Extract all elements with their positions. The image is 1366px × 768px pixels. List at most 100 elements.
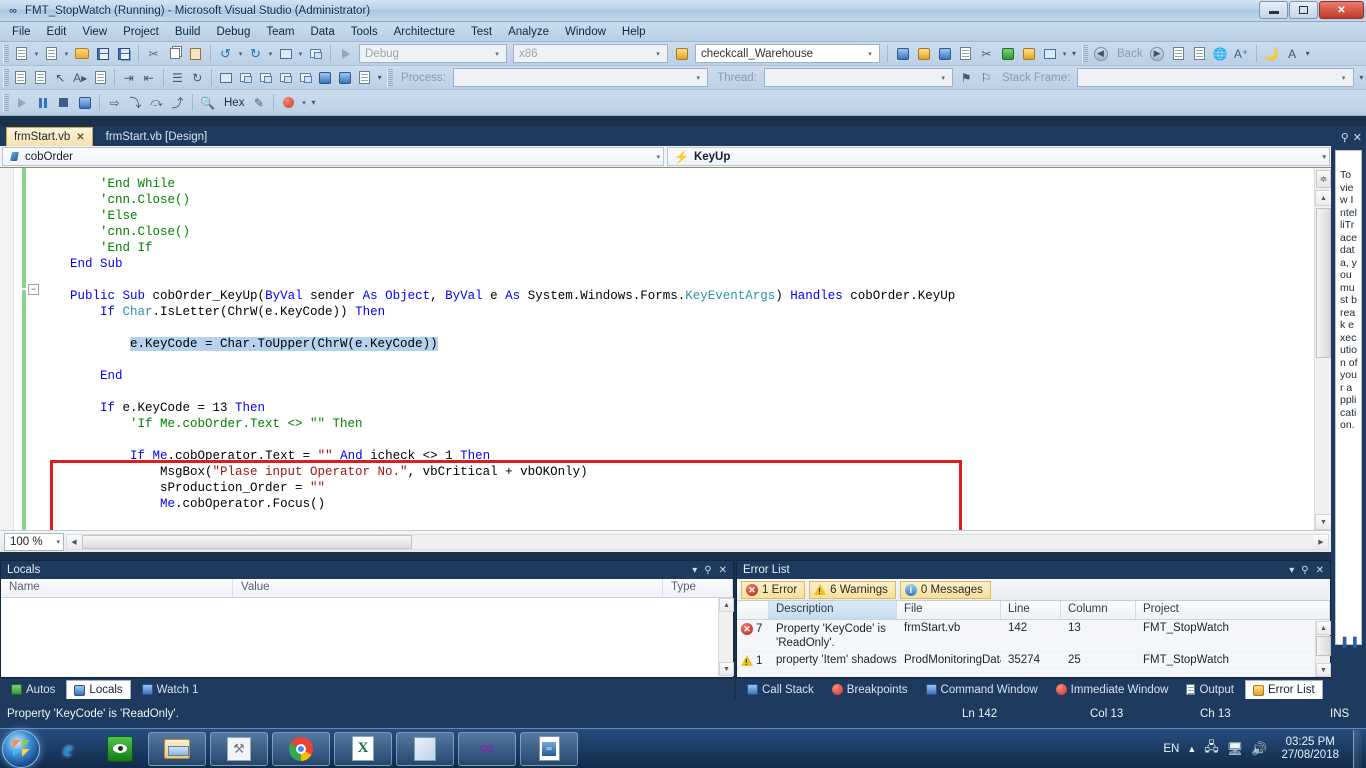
disassembly-icon[interactable]: ✎ [248,93,269,113]
find-in-files-icon[interactable] [892,44,913,64]
hex-display-label[interactable]: Hex [224,97,244,109]
tab-autos[interactable]: Autos [4,680,62,699]
save-icon[interactable] [92,44,113,64]
scrollbar-thumb[interactable] [82,534,412,549]
scroll-up-icon[interactable]: ▲ [719,598,734,612]
taskbar-google-chrome[interactable] [272,731,330,766]
restart-icon[interactable] [74,93,95,113]
step-into-icon[interactable]: ⤵ [125,93,146,113]
error-list-column-line[interactable]: Line [1001,601,1061,619]
toolbar-overflow-icon[interactable]: ▾ [308,93,318,113]
close-icon[interactable]: ✕ [76,132,84,143]
menu-analyze[interactable]: Analyze [500,24,557,40]
redo-dropdown-icon[interactable]: ▾ [266,44,275,64]
chevron-down-icon[interactable]: ▾ [56,534,60,550]
error-list-column-description[interactable]: Description [769,601,897,619]
toggle-outlining-icon[interactable]: ☰ [168,68,188,88]
editor-horizontal-scrollbar[interactable]: ◀ ▶ [66,533,1329,550]
scroll-down-icon[interactable]: ▼ [719,662,734,676]
other-windows-icon[interactable] [1039,44,1060,64]
locals-column-name[interactable]: Name [1,579,233,597]
comment-selection-icon[interactable] [11,68,31,88]
copy-icon[interactable] [164,44,185,64]
taskbar-internet-explorer[interactable]: e [44,732,92,766]
paste-icon[interactable] [185,44,206,64]
new-item-dropdown-icon[interactable]: ▾ [62,44,71,64]
locals-column-value[interactable]: Value [233,579,663,597]
display-icon[interactable]: 🖥 [1227,741,1244,757]
uncomment-selection-icon[interactable] [31,68,51,88]
error-list-icon[interactable] [997,44,1018,64]
pin-icon[interactable]: ⚲ [1301,565,1308,576]
show-next-statement-icon[interactable]: ⇨ [104,93,125,113]
menu-file[interactable]: File [4,24,39,40]
chevron-down-icon[interactable]: ▾ [1337,69,1351,86]
save-all-icon[interactable] [113,44,134,64]
menu-help[interactable]: Help [614,24,654,40]
filter-errors-button[interactable]: ✕ 1 Error [741,580,806,599]
scroll-down-icon[interactable]: ▼ [1315,514,1331,530]
navigate-backward-icon[interactable] [275,44,296,64]
scrollbar-thumb[interactable] [1316,636,1331,656]
refresh-icon[interactable] [1189,44,1210,64]
team-explorer-icon[interactable] [1018,44,1039,64]
menu-tools[interactable]: Tools [343,24,386,40]
undo-dropdown-icon[interactable]: ▾ [236,44,245,64]
tab-command-window[interactable]: Command Window [919,680,1045,699]
clock[interactable]: 03:25 PM 27/08/2018 [1275,736,1345,762]
close-icon[interactable]: ✕ [1353,131,1362,144]
nav-back-label[interactable]: Back [1117,48,1143,60]
toolbar-grip[interactable] [387,68,394,87]
new-project-icon[interactable] [11,44,32,64]
member-name-combo[interactable]: ⚡ KeyUp ▾ [667,147,1330,166]
taskbar-microsoft-excel[interactable]: X [334,731,392,766]
pin-icon[interactable]: ⚲ [1341,131,1349,144]
close-icon[interactable]: ✕ [719,565,727,576]
error-list-column-column[interactable]: Column [1061,601,1136,619]
volume-icon[interactable]: 🔊 [1251,741,1267,757]
sync-views-icon[interactable] [1168,44,1189,64]
chevron-down-icon[interactable]: ▾ [691,69,705,86]
undo-icon[interactable]: ↺ [215,44,236,64]
tab-call-stack[interactable]: Call Stack [740,680,821,699]
break-all-icon[interactable] [32,93,53,113]
code-editor[interactable]: − 'End While 'cnn.Close() 'Else 'cnn.Clo… [0,168,1331,530]
previous-bookmark-folder-icon[interactable] [276,68,296,88]
taskbar-visual-studio[interactable]: ∞ [458,731,516,766]
continue-icon[interactable] [11,93,32,113]
stack-frame-combo[interactable]: ▾ [1077,68,1354,87]
menu-debug[interactable]: Debug [208,24,258,40]
thread-combo[interactable]: ▾ [763,68,954,87]
menu-window[interactable]: Window [557,24,614,40]
startup-project-icon[interactable] [671,44,692,64]
start-debug-icon[interactable] [335,44,356,64]
toolbar-overflow-icon[interactable]: ▾ [375,68,384,88]
maximize-button[interactable] [1289,1,1318,19]
close-button[interactable]: ✕ [1319,1,1364,19]
close-icon[interactable]: ✕ [1316,565,1324,576]
menu-team[interactable]: Team [258,24,302,40]
redo-icon[interactable]: ↻ [245,44,266,64]
previous-bookmark-icon[interactable] [236,68,256,88]
new-project-dropdown-icon[interactable]: ▾ [32,44,41,64]
filter-messages-button[interactable]: i 0 Messages [899,580,991,599]
chevron-down-icon[interactable]: ▾ [936,69,950,86]
startup-project-combo[interactable]: checkcall_Warehouse ▾ [695,44,880,63]
globe-icon[interactable]: 🌐 [1210,44,1231,64]
show-hidden-icons-icon[interactable]: ▲ [1187,744,1196,754]
solution-explorer-icon[interactable] [913,44,934,64]
error-list-vertical-scrollbar[interactable]: ▲ ▼ [1315,621,1331,677]
toolbar-grip[interactable] [1082,44,1088,63]
locals-column-type[interactable]: Type [663,579,733,597]
solution-configuration-combo[interactable]: Debug ▾ [359,44,507,63]
open-file-icon[interactable] [71,44,92,64]
properties-window-icon[interactable] [934,44,955,64]
decrease-indent-icon[interactable]: ⇤ [139,68,159,88]
error-list-column-project[interactable]: Project [1136,601,1330,619]
flag-all-threads-icon[interactable]: ⚐ [976,68,996,88]
tab-output[interactable]: Output [1179,680,1241,699]
tab-frmstart-vb[interactable]: frmStart.vb ✕ [6,127,93,146]
filter-warnings-button[interactable]: 6 Warnings [809,580,896,599]
menu-data[interactable]: Data [302,24,342,40]
navigate-dropdown-icon[interactable]: ▾ [296,44,305,64]
